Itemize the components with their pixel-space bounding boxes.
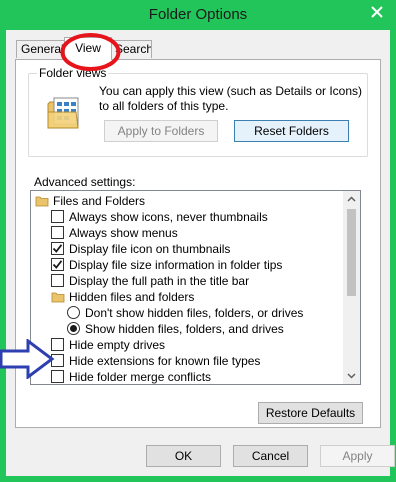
checkbox-unchecked[interactable] — [51, 210, 64, 223]
dialog-client-area: General Search View Folder views You can… — [6, 30, 395, 476]
scroll-up-icon[interactable] — [343, 191, 360, 208]
apply-button[interactable]: Apply — [320, 445, 395, 467]
tab-general[interactable]: General — [16, 40, 66, 58]
radio-unselected[interactable] — [67, 306, 80, 319]
setting-label: Display file size information in folder … — [69, 258, 283, 272]
folder-icon — [35, 196, 49, 207]
checkbox-unchecked[interactable] — [51, 274, 64, 287]
cancel-button[interactable]: Cancel — [233, 445, 308, 467]
folder-icon — [51, 292, 65, 303]
tab-view[interactable]: View — [64, 37, 112, 60]
folder-views-description: You can apply this view (such as Details… — [99, 84, 363, 113]
radio-dot — [70, 325, 77, 332]
close-button[interactable] — [362, 1, 392, 23]
ok-button[interactable]: OK — [146, 445, 221, 467]
checkbox-checked[interactable] — [51, 242, 64, 255]
folder-views-icon — [47, 97, 79, 129]
checkmark-icon — [52, 260, 63, 269]
setting-label: Always show icons, never thumbnails — [69, 210, 268, 224]
setting-label: Display file icon on thumbnails — [69, 242, 231, 256]
advanced-settings-tree[interactable]: Files and Folders Always show icons, neve… — [30, 190, 361, 385]
reset-folders-button[interactable]: Reset Folders — [234, 120, 349, 142]
setting-label: Show hidden files, folders, and drives — [85, 322, 284, 336]
setting-label: Display the full path in the title bar — [69, 274, 250, 288]
scrollbar-thumb[interactable] — [347, 209, 356, 296]
setting-label: Hide extensions for known file types — [69, 354, 261, 368]
tab-search[interactable]: Search — [110, 40, 152, 58]
restore-defaults-button[interactable]: Restore Defaults — [258, 402, 363, 424]
setting-label: Hide folder merge conflicts — [69, 370, 212, 384]
checkbox-unchecked[interactable] — [51, 226, 64, 239]
folder-views-legend: Folder views — [37, 66, 109, 80]
checkmark-icon — [52, 244, 63, 253]
folder-views-group: Folder views You can apply this view (su… — [28, 66, 368, 157]
window-title: Folder Options — [148, 6, 248, 23]
annotation-arrow — [0, 339, 55, 379]
title-bar: Folder Options — [0, 0, 396, 30]
scroll-down-icon[interactable] — [343, 367, 360, 384]
vertical-scrollbar[interactable] — [343, 191, 360, 384]
apply-to-folders-button[interactable]: Apply to Folders — [104, 120, 218, 142]
setting-label: Hide empty drives — [69, 338, 166, 352]
advanced-settings-label: Advanced settings: — [34, 175, 136, 189]
radio-selected[interactable] — [67, 322, 80, 335]
checkbox-checked[interactable] — [51, 258, 64, 271]
setting-label: Always show menus — [69, 226, 178, 240]
setting-label: Hidden files and folders — [69, 290, 195, 304]
setting-label: Files and Folders — [53, 194, 146, 208]
close-icon — [371, 6, 383, 18]
folder-options-window: Folder Options General Search View Folde… — [0, 0, 396, 482]
setting-label: Don't show hidden files, folders, or dri… — [85, 306, 304, 320]
